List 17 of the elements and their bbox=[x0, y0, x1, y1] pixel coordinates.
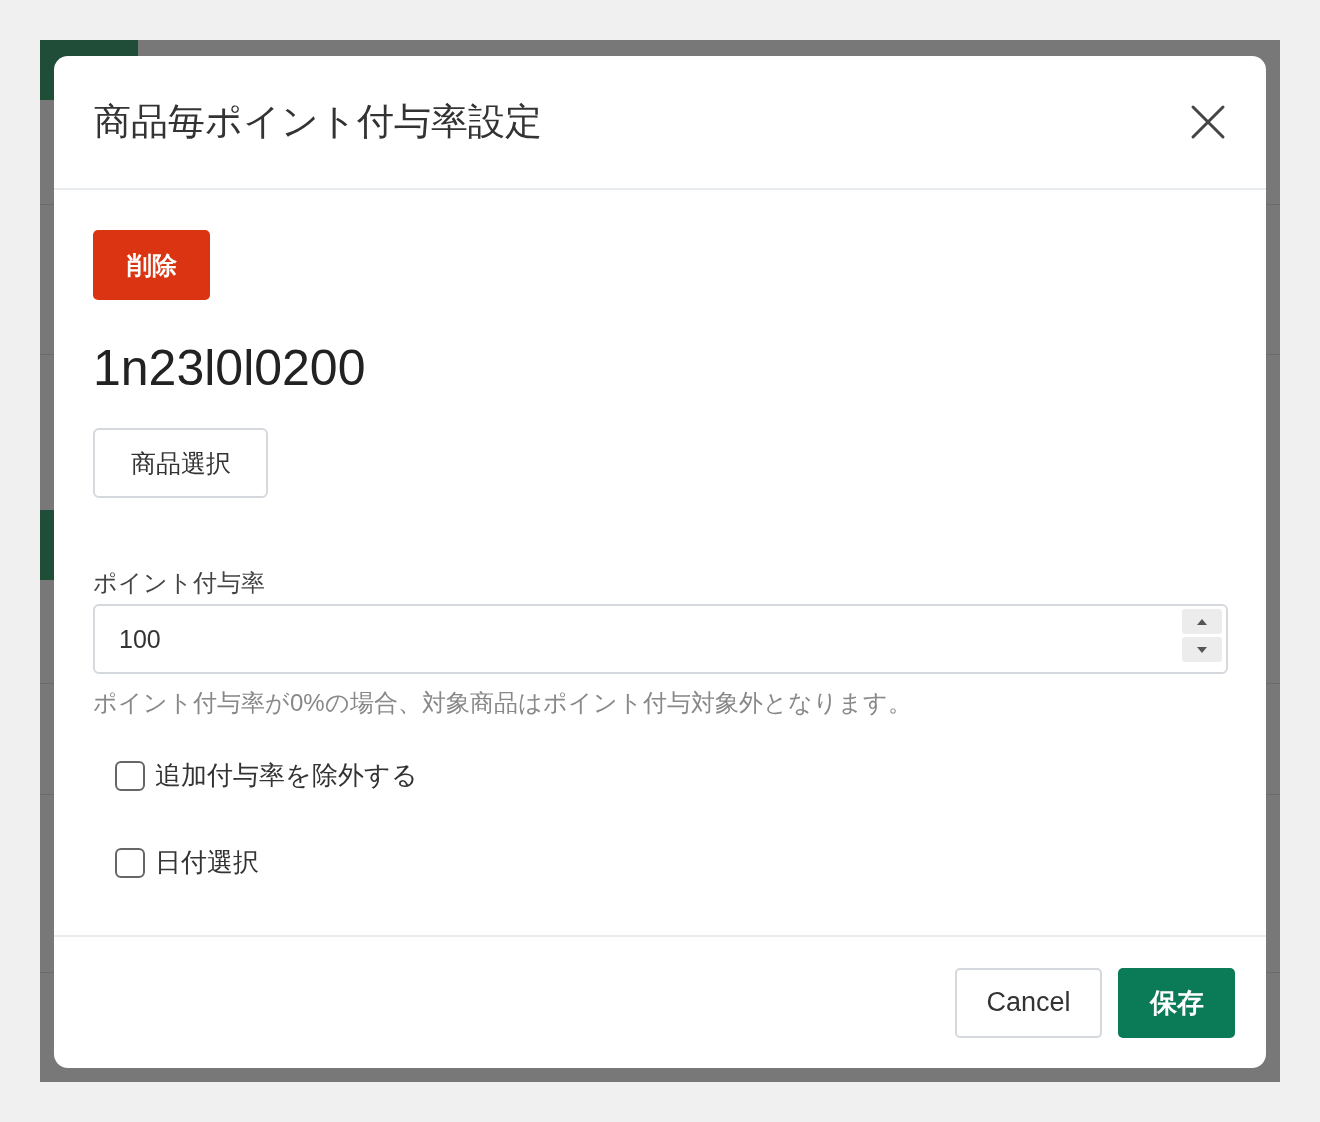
select-product-button[interactable]: 商品選択 bbox=[93, 428, 268, 498]
cancel-button[interactable]: Cancel bbox=[955, 967, 1102, 1038]
delete-button[interactable]: 削除 bbox=[93, 230, 210, 300]
save-button[interactable]: 保存 bbox=[1118, 967, 1235, 1038]
background-panel bbox=[40, 510, 54, 580]
spin-down-icon[interactable] bbox=[1182, 637, 1222, 662]
checkbox-label: 日付選択 bbox=[155, 846, 259, 879]
spin-up-icon[interactable] bbox=[1182, 609, 1222, 634]
checkbox[interactable] bbox=[115, 847, 145, 878]
checkbox-label: 追加付与率を除外する bbox=[155, 759, 418, 792]
checkbox[interactable] bbox=[115, 760, 145, 791]
close-icon[interactable] bbox=[1190, 104, 1226, 140]
product-code: 1n23l0l0200 bbox=[93, 339, 366, 398]
dialog-title: 商品毎ポイント付与率設定 bbox=[94, 100, 542, 144]
field-label: ポイント付与率 bbox=[93, 568, 265, 598]
help-text: ポイント付与率が0%の場合、対象商品はポイント付与対象外となります。 bbox=[93, 688, 912, 718]
number-field[interactable]: 100 bbox=[93, 604, 1228, 674]
